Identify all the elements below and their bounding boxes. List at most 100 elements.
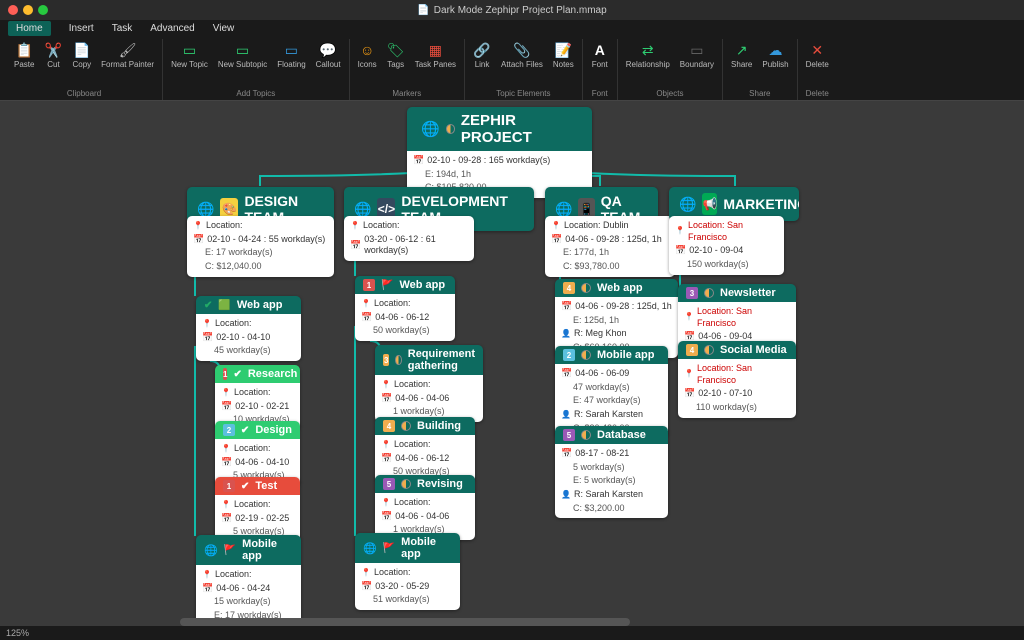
node-qa-database[interactable]: 5Database 📅08-17 - 08-21 5 workday(s) E:… [555,426,668,518]
cut-button[interactable]: ✂️Cut [40,39,66,71]
ribbon-group-label: Markers [392,89,421,100]
node-design-webapp[interactable]: ✔🟩Web app 📍Location: 📅02-10 - 04-10 45 w… [196,296,301,361]
node-social[interactable]: 4Social Media 📍Location: San Francisco 📅… [678,341,796,418]
floating-button[interactable]: ▭Floating [273,39,309,71]
globe-icon: 🌐 [204,544,218,557]
node-title: Web app [237,299,283,311]
node-qa-details[interactable]: 📍Location: Dublin 📅04-06 - 09-28 : 125d,… [545,216,675,277]
task-panes-button[interactable]: ▦Task Panes [411,39,460,71]
attach-icon: 📎 [513,41,531,59]
menu-advanced[interactable]: Advanced [150,23,194,34]
delete-button[interactable]: ✕Delete [802,39,833,71]
node-qa-mobile[interactable]: 2Mobile app 📅04-06 - 06-09 47 workday(s)… [555,346,668,438]
node-revising[interactable]: 5Revising 📍Location: 📅04-06 - 04-06 1 wo… [375,475,475,540]
share-button[interactable]: ↗Share [727,39,756,71]
ribbon-group-label: Add Topics [236,89,275,100]
location-icon: 📍 [361,568,371,578]
ribbon-group-label: Font [592,89,608,100]
check-icon: ✔ [241,425,249,436]
node-dev-mobile[interactable]: 🌐🚩Mobile app 📍Location: 📅03-20 - 05-29 5… [355,533,460,610]
node-location: Location: [234,387,271,399]
node-title: Mobile app [401,536,452,560]
format-painter-button[interactable]: 🖌Format Painter [97,39,158,71]
ribbon-group-add-topics: ▭New Topic ▭New Subtopic ▭Floating 💬Call… [163,39,350,100]
location-icon: 📍 [684,312,694,322]
node-location: Location: [206,220,243,232]
notes-icon: 📝 [554,41,572,59]
priority-badge: 3 [383,354,389,366]
node-test[interactable]: 1✔Test 📍Location: 📅02-19 - 02-25 5 workd… [215,477,300,542]
link-button[interactable]: 🔗Link [469,39,495,71]
menu-home[interactable]: Home [8,21,51,36]
flag-icon: 🟩 [218,300,230,311]
globe-icon: 🌐 [354,201,371,218]
new-topic-button[interactable]: ▭New Topic [167,39,212,71]
calendar-icon: 📅 [381,453,392,465]
ribbon-group-label: Topic Elements [496,89,550,100]
node-dates: 04-06 - 06-12 [395,453,449,465]
node-title: Mobile app [597,349,654,361]
node-dev-details[interactable]: 📍Location: 📅03-20 - 06-12 : 61 workday(s… [344,216,474,261]
icons-button[interactable]: ☺Icons [354,39,381,71]
node-location: Location: San Francisco [688,220,778,243]
location-icon: 📍 [221,500,231,510]
location-icon: 📍 [675,226,685,236]
callout-button[interactable]: 💬Callout [312,39,345,71]
relationship-button[interactable]: ⇄Relationship [622,39,674,71]
boundary-button[interactable]: ▭Boundary [676,39,718,71]
node-dates: 04-06 - 06-09 [575,368,629,380]
location-icon: 📍 [221,388,231,398]
tags-button[interactable]: 🏷Tags [383,39,409,71]
menu-insert[interactable]: Insert [69,23,94,34]
menu-view[interactable]: View [213,23,235,34]
priority-badge: 4 [383,420,395,432]
copy-button[interactable]: 📄Copy [68,39,95,71]
progress-icon [401,479,411,489]
attach-button[interactable]: 📎Attach Files [497,39,547,71]
priority-badge: 1 [223,368,227,380]
node-title: Research [248,368,298,380]
font-button[interactable]: AFont [587,39,613,71]
node-root[interactable]: 🌐ZEPHIR PROJECT 📅02-10 - 09-28 : 165 wor… [407,107,592,198]
node-location: Location: [234,499,271,511]
notes-button[interactable]: 📝Notes [549,39,578,71]
location-icon: 📍 [381,498,391,508]
priority-badge: 5 [383,478,395,490]
node-building[interactable]: 4Building 📍Location: 📅04-06 - 06-12 50 w… [375,417,475,482]
horizontal-scrollbar[interactable] [180,618,630,626]
mindmap-canvas[interactable]: 🌐ZEPHIR PROJECT 📅02-10 - 09-28 : 165 wor… [0,101,1024,626]
paste-button[interactable]: 📋Paste [10,39,38,71]
calendar-icon: 📅 [561,368,572,380]
priority-badge: 2 [223,424,235,436]
node-dates: 02-10 - 09-04 [689,245,743,257]
node-dev-webapp[interactable]: 1🚩Web app 📍Location: 📅04-06 - 06-12 50 w… [355,276,455,341]
calendar-icon: 📅 [202,583,213,595]
node-effort: E: 17 workday(s) [205,247,273,259]
globe-icon: 🌐 [555,201,572,218]
priority-badge: 2 [563,349,575,361]
maximize-window-icon[interactable] [38,5,48,15]
minimize-window-icon[interactable] [23,5,33,15]
node-title: Web app [597,282,643,294]
calendar-icon: 📅 [350,240,361,252]
node-requirement[interactable]: 3Requirement gathering 📍Location: 📅04-06… [375,345,483,422]
priority-badge: 4 [686,344,698,356]
font-icon: A [591,41,609,59]
zoom-level[interactable]: 125% [6,628,29,638]
calendar-icon: 📅 [684,388,695,400]
node-location: Location: [215,569,252,581]
calendar-icon: 📅 [361,312,372,324]
node-location: Location: [374,567,411,579]
ribbon-group-label: Delete [806,89,829,100]
node-design-details[interactable]: 📍Location: 📅02-10 - 04-24 : 55 workday(s… [187,216,334,277]
new-subtopic-button[interactable]: ▭New Subtopic [214,39,271,71]
node-location: Location: [394,379,431,391]
menu-task[interactable]: Task [112,23,133,34]
priority-badge: 4 [563,282,575,294]
node-dates: 04-06 - 09-28 : 125d, 1h [565,234,662,246]
node-location: Location: [394,497,431,509]
node-design-mobile[interactable]: 🌐🚩Mobile app 📍Location: 📅04-06 - 04-24 1… [196,535,301,626]
node-mkt-details[interactable]: 📍Location: San Francisco 📅02-10 - 09-04 … [669,216,784,275]
publish-button[interactable]: ☁Publish [758,39,792,71]
close-window-icon[interactable] [8,5,18,15]
